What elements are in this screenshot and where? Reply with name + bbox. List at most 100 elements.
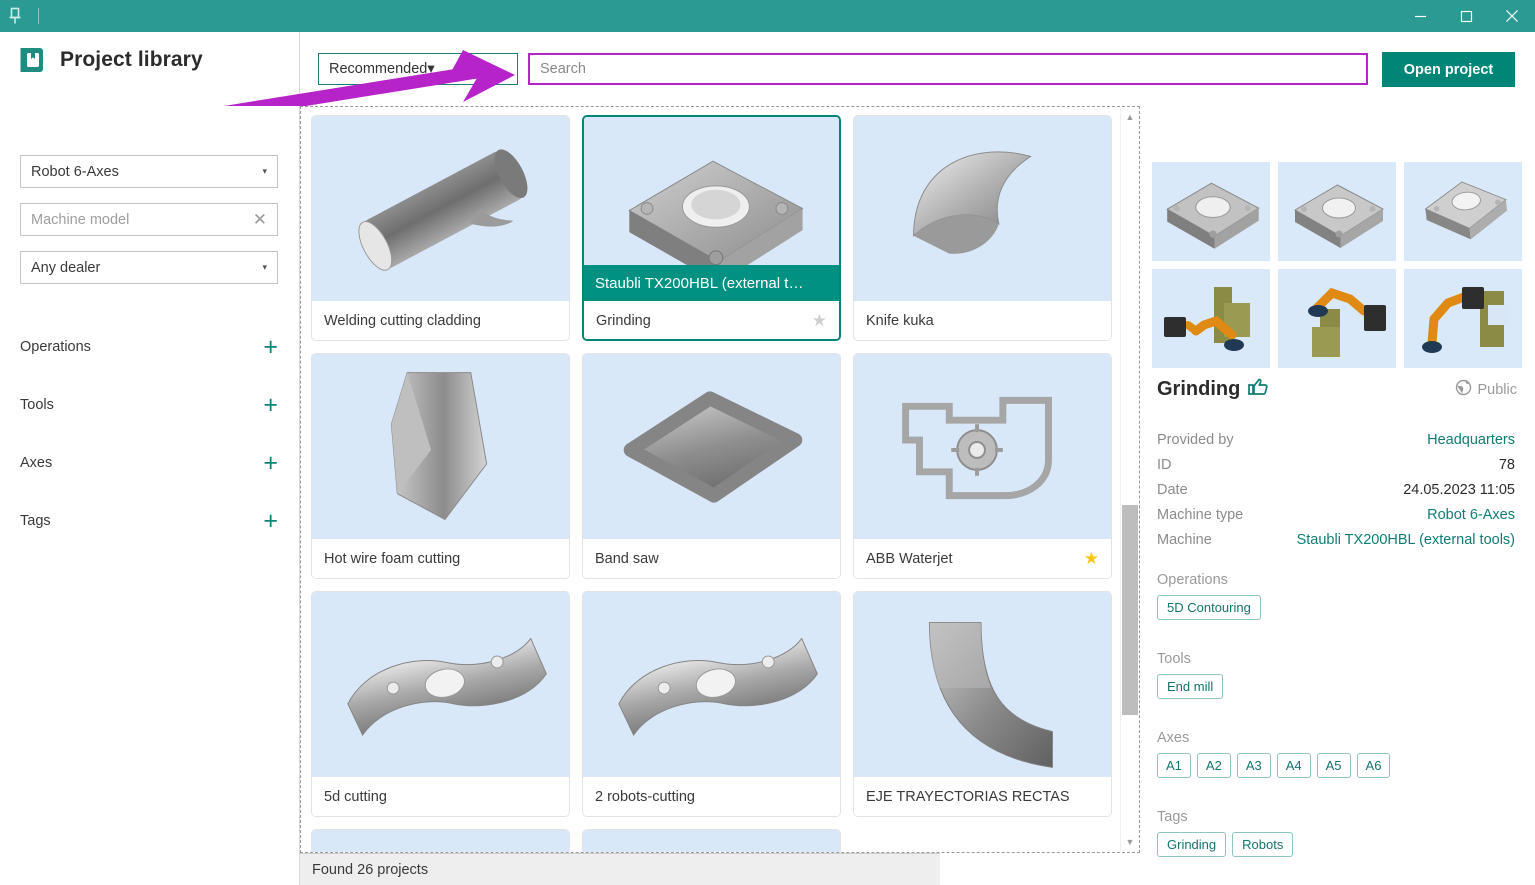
project-card-caption: EJE TRAYECTORIAS RECTAS <box>854 777 1111 816</box>
project-card[interactable] <box>311 829 570 853</box>
detail-thumbnail[interactable] <box>1404 162 1522 261</box>
filter-group-tools[interactable]: Tools + <box>20 392 278 418</box>
plus-icon[interactable]: + <box>263 335 278 360</box>
metadata-row: Machine Staubli TX200HBL (external tools) <box>1157 532 1515 557</box>
chip[interactable]: A2 <box>1197 753 1231 778</box>
clear-icon[interactable]: ✕ <box>253 211 267 228</box>
project-thumbnail <box>854 354 1111 539</box>
metadata-value[interactable]: Robot 6-Axes <box>1427 507 1515 523</box>
filter-group-tags[interactable]: Tags + <box>20 508 278 534</box>
thumbs-up-icon[interactable] <box>1248 378 1268 401</box>
sort-dropdown[interactable]: Recommended ▾ <box>318 53 518 85</box>
tools-chip-list: End mill <box>1157 674 1517 699</box>
detail-tags-section: Tags GrindingRobots <box>1157 809 1517 857</box>
metadata-row: ID78 <box>1157 457 1515 482</box>
plus-icon[interactable]: + <box>263 509 278 534</box>
chip[interactable]: A5 <box>1317 753 1351 778</box>
minimize-button[interactable] <box>1397 0 1443 32</box>
detail-axes-section: Axes A1A2A3A4A5A6 <box>1157 730 1517 778</box>
machine-model-input[interactable]: Machine model ✕ <box>20 203 278 236</box>
detail-thumbnail[interactable] <box>1278 162 1396 261</box>
project-card[interactable]: EJE TRAYECTORIAS RECTAS <box>853 591 1112 817</box>
metadata-value[interactable]: Headquarters <box>1427 432 1515 448</box>
project-grid: Welding cutting cladding Staubli TX200HB… <box>301 107 1113 853</box>
project-name: Band saw <box>595 551 659 567</box>
pushpin-icon[interactable] <box>0 0 30 32</box>
project-thumbnail <box>854 592 1111 777</box>
filter-group-operations[interactable]: Operations + <box>20 334 278 360</box>
favorite-star-icon[interactable]: ★ <box>1084 549 1099 569</box>
detail-thumbnail[interactable] <box>1278 269 1396 368</box>
grid-scrollbar[interactable]: ▲ ▼ <box>1120 107 1138 852</box>
machine-type-value: Robot 6-Axes <box>31 164 119 180</box>
chip[interactable]: 5D Contouring <box>1157 595 1261 620</box>
project-name: ABB Waterjet <box>866 551 953 567</box>
chip[interactable]: A6 <box>1357 753 1391 778</box>
project-card[interactable] <box>582 829 841 853</box>
detail-operations-section: Operations 5D Contouring <box>1157 572 1517 620</box>
detail-thumbnail-gallery <box>1152 162 1524 368</box>
project-card[interactable]: 2 robots-cutting <box>582 591 841 817</box>
project-card-caption: 5d cutting <box>312 777 569 816</box>
favorite-star-icon[interactable]: ★ <box>812 311 827 331</box>
chip[interactable]: End mill <box>1157 674 1223 699</box>
maximize-button[interactable] <box>1443 0 1489 32</box>
scroll-down-arrow[interactable]: ▼ <box>1121 834 1139 850</box>
sort-value: Recommended <box>329 61 427 77</box>
chip[interactable]: A3 <box>1237 753 1271 778</box>
plus-icon[interactable]: + <box>263 393 278 418</box>
scroll-up-arrow[interactable]: ▲ <box>1121 109 1139 125</box>
project-name: Welding cutting cladding <box>324 313 481 329</box>
search-input[interactable]: Search <box>528 53 1368 85</box>
titlebar-separator <box>38 8 39 24</box>
project-thumbnail <box>312 592 569 777</box>
scrollbar-thumb[interactable] <box>1122 505 1138 715</box>
plus-icon[interactable]: + <box>263 451 278 476</box>
chip[interactable]: A1 <box>1157 753 1191 778</box>
chevron-down-icon: ▾ <box>262 262 267 273</box>
filter-group-label: Tools <box>20 397 54 413</box>
project-card[interactable]: Knife kuka <box>853 115 1112 341</box>
chip[interactable]: A4 <box>1277 753 1311 778</box>
project-name: Knife kuka <box>866 313 934 329</box>
metadata-value[interactable]: Staubli TX200HBL (external tools) <box>1297 532 1515 548</box>
detail-header: Grinding Public <box>1157 378 1517 401</box>
project-grid-container: Welding cutting cladding Staubli TX200HB… <box>300 106 1140 853</box>
chip[interactable]: Robots <box>1232 832 1293 857</box>
detail-thumbnail[interactable] <box>1152 269 1270 368</box>
filter-group-label: Operations <box>20 339 91 355</box>
page-title: Project library <box>60 48 203 72</box>
project-thumbnail <box>312 116 569 301</box>
section-label: Operations <box>1157 572 1517 588</box>
project-card[interactable]: Staubli TX200HBL (external t…Grinding★ <box>582 115 841 341</box>
project-name: 5d cutting <box>324 789 387 805</box>
project-card[interactable]: Hot wire foam cutting <box>311 353 570 579</box>
metadata-value: 24.05.2023 11:05 <box>1403 482 1515 498</box>
visibility-label: Public <box>1478 382 1518 398</box>
machine-type-select[interactable]: Robot 6-Axes ▾ <box>20 155 278 188</box>
metadata-key: Machine <box>1157 532 1212 548</box>
detail-thumbnail[interactable] <box>1152 162 1270 261</box>
project-card-caption: ABB Waterjet ★ <box>854 539 1111 578</box>
project-card[interactable]: Band saw <box>582 353 841 579</box>
project-card[interactable]: Welding cutting cladding <box>311 115 570 341</box>
open-project-button[interactable]: Open project <box>1382 52 1515 87</box>
filter-group-axes[interactable]: Axes + <box>20 450 278 476</box>
metadata-row: Provided byHeadquarters <box>1157 432 1515 457</box>
detail-thumbnail[interactable] <box>1404 269 1522 368</box>
chip[interactable]: Grinding <box>1157 832 1226 857</box>
project-card[interactable]: 5d cutting <box>311 591 570 817</box>
close-button[interactable] <box>1489 0 1535 32</box>
metadata-row: Date24.05.2023 11:05 <box>1157 482 1515 507</box>
project-name: 2 robots-cutting <box>595 789 695 805</box>
visibility-badge: Public <box>1455 379 1518 400</box>
project-card-caption: Knife kuka <box>854 301 1111 340</box>
metadata-value: 78 <box>1499 457 1515 473</box>
filter-group-label: Axes <box>20 455 52 471</box>
dealer-select[interactable]: Any dealer ▾ <box>20 251 278 284</box>
project-card-caption: Welding cutting cladding <box>312 301 569 340</box>
project-thumbnail <box>583 354 840 539</box>
section-label: Tools <box>1157 651 1517 667</box>
project-card[interactable]: ABB Waterjet ★ <box>853 353 1112 579</box>
dealer-value: Any dealer <box>31 260 100 276</box>
